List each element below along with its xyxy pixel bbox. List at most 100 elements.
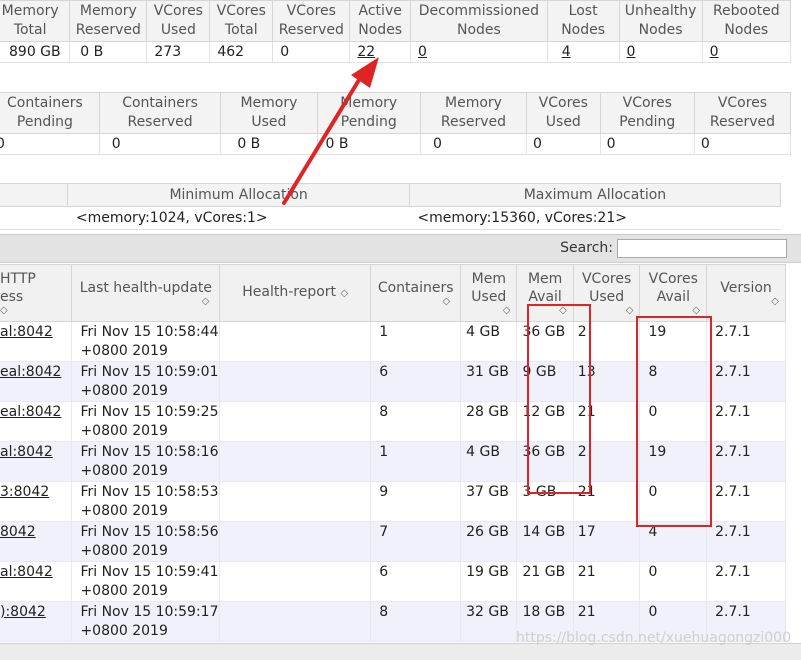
col-containers-pending: Containers Pending bbox=[0, 92, 100, 134]
containers-reserved-value: 0 bbox=[98, 133, 222, 155]
col-vcores-total: VCores Total bbox=[209, 0, 274, 42]
cell-version: 2.7.1 bbox=[706, 561, 786, 602]
cell-health bbox=[219, 441, 372, 482]
col-vcores-used: VCores Used bbox=[525, 92, 601, 134]
cell-update: Fri Nov 15 10:59:25 +0800 2019 bbox=[71, 401, 221, 442]
cell-vc-avail: 4 bbox=[639, 521, 708, 562]
vcores-used-value: 273 bbox=[146, 41, 211, 63]
col-health-report-label: Health-report bbox=[242, 284, 337, 300]
table-row: al:8042 Fri Nov 15 10:59:41 +0800 2019 6 19… bbox=[0, 561, 786, 602]
col-vcores-used-label: VCores Used bbox=[581, 271, 632, 305]
col-memory-reserved: Memory Reserved bbox=[69, 0, 148, 42]
cell-vc-used: 21 bbox=[572, 561, 641, 602]
cell-http: ):8042 bbox=[0, 601, 73, 642]
user-metrics-table: Containers Pending Containers Reserved M… bbox=[0, 92, 792, 155]
node-http-address-link[interactable]: al:8042 bbox=[0, 564, 53, 580]
col-vcores-reserved: VCores Reserved bbox=[693, 92, 792, 134]
table-row: 8042 Fri Nov 15 10:58:56 +0800 2019 7 26 GB… bbox=[0, 521, 786, 562]
node-http-address-link[interactable]: eal:8042 bbox=[0, 364, 61, 380]
decommissioned-nodes-link[interactable]: 0 bbox=[418, 44, 427, 60]
search-input[interactable] bbox=[617, 239, 787, 258]
cell-update: Fri Nov 15 10:58:56 +0800 2019 bbox=[71, 521, 221, 562]
cell-containers: 6 bbox=[370, 561, 462, 602]
sort-icon: ◇ bbox=[442, 296, 451, 307]
col-unhealthy-nodes: Unhealthy Nodes bbox=[618, 0, 703, 42]
cell-update: Fri Nov 15 10:59:17 +0800 2019 bbox=[71, 601, 221, 642]
node-http-address-link[interactable]: 3:8042 bbox=[0, 484, 49, 500]
col-vcores-avail-label: VCores Avail bbox=[648, 271, 698, 305]
col-version[interactable]: Version ◇ bbox=[706, 264, 786, 322]
cell-update: Fri Nov 15 10:59:01 +0800 2019 bbox=[71, 361, 221, 402]
cell-http: 8042 bbox=[0, 521, 73, 562]
cell-containers: 7 bbox=[370, 521, 462, 562]
cell-http: eal:8042 bbox=[0, 401, 73, 442]
col-mem-used[interactable]: Mem Used ◇ bbox=[460, 264, 518, 322]
sort-icon: ◇ bbox=[771, 296, 779, 307]
cell-health bbox=[219, 521, 372, 562]
node-http-address-link[interactable]: eal:8042 bbox=[0, 404, 61, 420]
col-vcores-avail[interactable]: VCores Avail ◇ bbox=[639, 264, 708, 322]
scheduler-type-value bbox=[0, 206, 68, 230]
col-last-health-update[interactable]: Last health-update ◇ bbox=[71, 264, 221, 322]
node-http-address-link[interactable]: ):8042 bbox=[0, 604, 46, 620]
col-health-report[interactable]: Health-report ◇ bbox=[219, 264, 372, 322]
cell-mem-used: 28 GB bbox=[460, 401, 518, 442]
col-http-address-label: HTTP ess bbox=[0, 271, 72, 305]
node-http-address-link[interactable]: al:8042 bbox=[0, 444, 53, 460]
cell-mem-used: 19 GB bbox=[460, 561, 518, 602]
cell-mem-used: 37 GB bbox=[460, 481, 518, 522]
scheduler-metrics-table: Minimum Allocation Maximum Allocation <m… bbox=[0, 183, 782, 230]
cell-mem-avail: 14 GB bbox=[516, 521, 574, 562]
col-vcores-used: VCores Used bbox=[146, 0, 211, 42]
cell-http: al:8042 bbox=[0, 561, 73, 602]
containers-pending-value: 0 bbox=[0, 133, 100, 155]
sort-icon: ◇ bbox=[502, 305, 511, 316]
watermark-text: https://blog.csdn.net/xuehuagongzi000 bbox=[515, 630, 791, 646]
minimum-allocation-value: <memory:1024, vCores:1> bbox=[67, 206, 410, 230]
cell-update: Fri Nov 15 10:58:16 +0800 2019 bbox=[71, 441, 221, 482]
cell-containers: 1 bbox=[370, 321, 462, 362]
cell-containers: 6 bbox=[370, 361, 462, 402]
cell-health bbox=[219, 361, 372, 402]
table-search-bar: Search: bbox=[0, 234, 801, 263]
cell-health bbox=[219, 561, 372, 602]
cell-mem-used: 26 GB bbox=[460, 521, 518, 562]
col-containers[interactable]: Containers ◇ bbox=[370, 264, 462, 322]
memory-total-value: 890 GB bbox=[0, 41, 71, 63]
cell-version: 2.7.1 bbox=[706, 401, 786, 442]
memory-reserved-value: 0 bbox=[419, 133, 527, 155]
cell-version: 2.7.1 bbox=[706, 441, 786, 482]
col-maximum-allocation: Maximum Allocation bbox=[408, 183, 782, 207]
cell-vc-used: 17 bbox=[572, 521, 641, 562]
cell-health bbox=[219, 401, 372, 442]
col-mem-used-label: Mem Used bbox=[471, 271, 507, 305]
unhealthy-nodes-link[interactable]: 0 bbox=[627, 44, 636, 60]
col-last-health-update-label: Last health-update bbox=[79, 280, 212, 296]
col-vcores-reserved: VCores Reserved bbox=[272, 0, 351, 42]
active-nodes-link[interactable]: 22 bbox=[357, 44, 375, 60]
vcores-pending-value: 0 bbox=[599, 133, 695, 155]
sort-icon: ◇ bbox=[692, 305, 701, 316]
col-containers-reserved: Containers Reserved bbox=[98, 92, 222, 134]
cell-mem-used: 4 GB bbox=[460, 441, 518, 482]
cell-containers: 1 bbox=[370, 441, 462, 482]
vcores-total-value: 462 bbox=[209, 41, 274, 63]
cluster-metrics-table: Memory Total Memory Reserved VCores Used… bbox=[0, 0, 792, 63]
col-minimum-allocation: Minimum Allocation bbox=[67, 183, 410, 207]
col-memory-reserved: Memory Reserved bbox=[419, 92, 527, 134]
col-vcores-pending: VCores Pending bbox=[599, 92, 695, 134]
lost-nodes-link[interactable]: 4 bbox=[562, 44, 571, 60]
memory-reserved-value: 0 B bbox=[69, 41, 148, 63]
node-http-address-link[interactable]: al:8042 bbox=[0, 324, 53, 340]
cell-containers: 9 bbox=[370, 481, 462, 522]
cell-http: 3:8042 bbox=[0, 481, 73, 522]
cell-containers: 8 bbox=[370, 601, 462, 642]
node-http-address-link[interactable]: 8042 bbox=[0, 524, 36, 540]
cell-version: 2.7.1 bbox=[706, 481, 786, 522]
cell-update: Fri Nov 15 10:59:41 +0800 2019 bbox=[71, 561, 221, 602]
maximum-allocation-value: <memory:15360, vCores:21> bbox=[409, 206, 781, 230]
rebooted-nodes-link[interactable]: 0 bbox=[710, 44, 719, 60]
col-lost-nodes: Lost Nodes bbox=[546, 0, 620, 42]
col-http-address[interactable]: HTTP ess ◇ bbox=[0, 264, 73, 322]
vcores-reserved-value: 0 bbox=[693, 133, 792, 155]
